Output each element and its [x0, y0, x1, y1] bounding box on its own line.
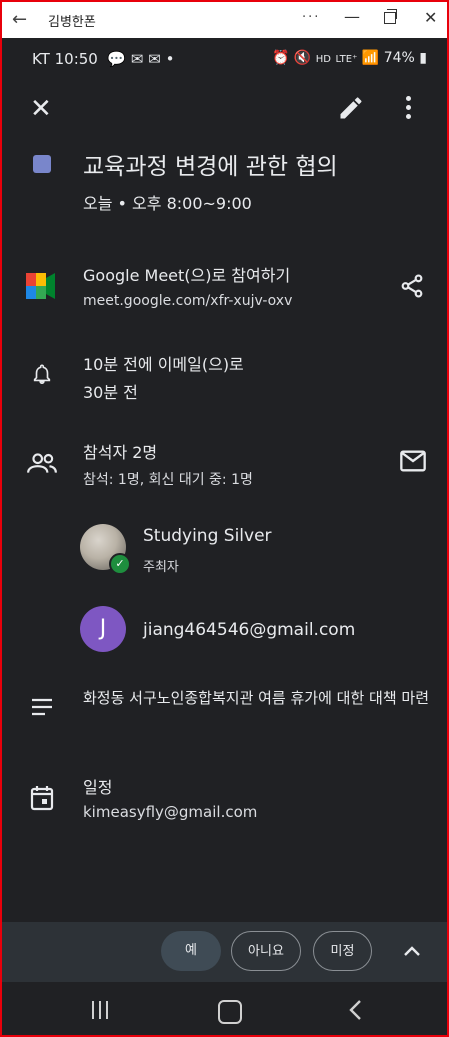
minimize-button[interactable]: — — [344, 7, 360, 26]
gmail-icon: ✉ — [130, 50, 144, 68]
bell-icon — [31, 361, 53, 391]
alarm-icon: ⏰ — [271, 50, 290, 66]
reminder-line2: 30분 전 — [83, 383, 138, 402]
restore-button[interactable] — [384, 9, 397, 24]
guest-avatar-initial[interactable]: J — [80, 606, 126, 652]
nav-back-icon[interactable] — [348, 999, 362, 1025]
calendar-label: 일정 — [83, 778, 113, 797]
chevron-up-icon[interactable] — [403, 942, 421, 961]
window-more-button[interactable]: ··· — [302, 10, 320, 25]
guest-name-organizer[interactable]: Studying Silver — [143, 526, 272, 546]
rsvp-no-button[interactable]: 아니요 — [231, 931, 301, 971]
reminder-line1: 10분 전에 이메일(으)로 — [83, 355, 244, 374]
calendar-account: kimeasyfly@gmail.com — [83, 803, 258, 821]
mail-icon: ✉ — [148, 50, 161, 68]
status-bar: KT 10:50 💬 ✉ ✉ • ⏰ 🔇 HD LTE⁺ 📶 74% ▮ — [2, 38, 447, 80]
back-arrow-icon[interactable]: ← — [12, 9, 27, 30]
accepted-check-icon: ✓ — [109, 553, 131, 575]
app-window: ← 김병한폰 ··· — ✕ KT 10:50 💬 ✉ ✉ • ⏰ 🔇 HD L… — [0, 0, 449, 1037]
android-nav-bar — [2, 982, 447, 1035]
rsvp-maybe-button[interactable]: 미정 — [313, 931, 372, 971]
meet-join-label[interactable]: Google Meet(으)로 참여하기 — [83, 262, 290, 286]
guest-avatar-organizer[interactable]: ✓ — [80, 524, 131, 575]
battery-icon: ▮ — [419, 50, 427, 66]
email-guests-icon[interactable] — [399, 449, 427, 477]
google-meet-icon[interactable] — [26, 273, 56, 299]
rsvp-yes-button[interactable]: 예 — [161, 931, 221, 971]
guest-email[interactable]: jiang464546@gmail.com — [143, 620, 355, 640]
dot-icon: • — [165, 50, 175, 68]
event-datetime: 오늘 • 오후 8:00~9:00 — [83, 194, 252, 213]
mute-icon: 🔇 — [293, 50, 312, 66]
status-right: ⏰ 🔇 HD LTE⁺ 📶 74% ▮ — [272, 50, 427, 66]
message-icon: 💬 — [102, 50, 127, 68]
status-left: KT 10:50 💬 ✉ ✉ • — [32, 50, 174, 68]
recent-apps-icon[interactable] — [92, 1001, 113, 1023]
people-icon — [26, 450, 58, 480]
window-title: 김병한폰 — [48, 15, 96, 30]
carrier-time: KT 10:50 — [32, 50, 98, 68]
rsvp-bar: 예 아니요 미정 — [2, 922, 447, 982]
lte-indicator: LTE⁺ — [335, 54, 358, 65]
guests-detail: 참석: 1명, 회신 대기 중: 1명 — [83, 472, 253, 488]
guest-role-organizer: 주최자 — [143, 560, 179, 575]
close-icon[interactable]: ✕ — [30, 94, 52, 124]
event-color-icon — [33, 155, 51, 173]
notes-icon — [30, 697, 54, 721]
home-icon[interactable] — [218, 1000, 242, 1024]
signal-icon: 📶 — [361, 50, 380, 66]
window-titlebar: ← 김병한폰 ··· — ✕ — [2, 2, 447, 38]
edit-pencil-icon[interactable] — [337, 94, 365, 126]
calendar-icon — [30, 785, 54, 815]
meet-link[interactable]: meet.google.com/xfr-xujv-oxv — [83, 293, 292, 309]
more-vert-icon[interactable] — [406, 96, 411, 123]
close-window-button[interactable]: ✕ — [424, 8, 437, 27]
event-title: 교육과정 변경에 관한 협의 — [83, 154, 338, 180]
guests-summary: 참석자 2명 — [83, 443, 158, 462]
event-description: 화정동 서구노인종합복지관 여름 휴가에 대한 대책 마련 — [83, 689, 430, 707]
battery-level: 74% — [383, 50, 415, 66]
hd-icon: HD — [315, 54, 331, 65]
share-icon[interactable] — [399, 272, 425, 304]
